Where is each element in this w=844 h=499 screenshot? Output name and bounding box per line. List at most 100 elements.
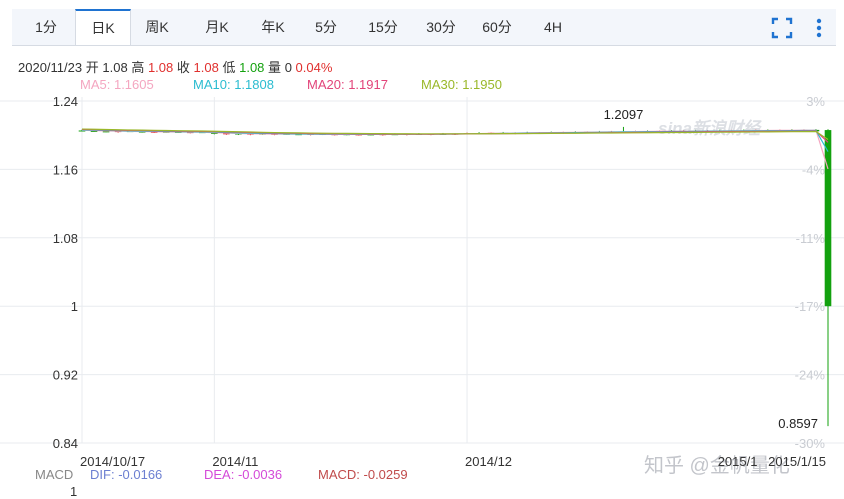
candle-body xyxy=(235,133,242,135)
tab-8[interactable]: 60分 xyxy=(469,9,525,46)
macd-value-label: MACD: xyxy=(318,467,360,482)
candle-body xyxy=(150,131,158,133)
candle-body xyxy=(499,132,507,134)
candle-body xyxy=(331,134,338,136)
period-tab-bar: 1分 日K 周K 月K 年K 5分 15分 30分 60分 4H xyxy=(12,9,836,46)
macd-dea-legend: DEA: -0.0036 xyxy=(204,467,282,482)
candle-body xyxy=(788,130,796,132)
info-open-value: 1.08 xyxy=(102,60,128,75)
macd-title: MACD xyxy=(35,467,74,482)
candle-body xyxy=(415,134,423,136)
info-high-label: 高 xyxy=(131,60,145,75)
candle-body xyxy=(138,131,146,133)
info-high-value: 1.08 xyxy=(147,60,174,75)
macd-value-legend: MACD: -0.0259 xyxy=(318,467,408,482)
candle-body xyxy=(223,133,230,135)
info-volume-label: 量 xyxy=(268,60,282,75)
candle-body xyxy=(174,131,182,133)
sina-watermark-logo: sina新浪财经 xyxy=(658,119,762,138)
candle-body xyxy=(199,132,206,134)
candle-body xyxy=(680,130,687,132)
ohlc-info-line: 2020/11/23 开 1.08 高 1.08 收 1.08 低 1.08 量… xyxy=(18,57,332,76)
candle-body xyxy=(90,130,98,132)
candle-body xyxy=(764,130,772,132)
candle-body xyxy=(247,133,254,135)
macd-axis-top-label: 1 xyxy=(70,484,78,499)
info-close-label: 收 xyxy=(176,60,190,75)
candle-body xyxy=(644,131,651,133)
candle-body xyxy=(487,132,495,134)
ma20-label: MA20: xyxy=(307,77,345,92)
ma-line-ma5 xyxy=(81,129,829,170)
candle-body xyxy=(632,131,639,133)
candle-body xyxy=(439,133,447,135)
tab-6[interactable]: 15分 xyxy=(356,9,410,46)
y-tick-label: 1.08 xyxy=(53,231,78,246)
macd-legend: MACD xyxy=(35,467,73,482)
tab-7[interactable]: 30分 xyxy=(414,9,468,46)
fullscreen-icon[interactable] xyxy=(771,17,793,39)
ma10-label: MA10: xyxy=(193,77,231,92)
info-volume-value: 0 xyxy=(284,60,292,75)
y-tick-label: 0.84 xyxy=(53,436,78,451)
ma30-label: MA30: xyxy=(421,77,459,92)
candle-body xyxy=(716,130,724,132)
tab-4[interactable]: 年K xyxy=(248,9,298,46)
candle-body xyxy=(211,132,218,134)
tab-9[interactable]: 4H xyxy=(531,9,575,46)
y-tick-label: 0.92 xyxy=(53,368,78,383)
candle-body xyxy=(656,130,663,132)
pct-tick-label: -4% xyxy=(802,162,826,177)
candle-body xyxy=(271,133,278,135)
ma-line-ma30 xyxy=(81,128,829,140)
y-tick-label: 1 xyxy=(71,299,78,314)
vertical-dots-icon[interactable] xyxy=(808,17,830,39)
tab-1[interactable]: 日K xyxy=(75,9,131,45)
macd-dif-legend: DIF: -0.0166 xyxy=(90,467,162,482)
candle-body xyxy=(608,131,615,133)
y-tick-label: 1.16 xyxy=(53,162,78,177)
candle-body xyxy=(824,130,832,307)
x-tick-label: 2014/12 xyxy=(465,454,512,469)
candle-body xyxy=(547,132,555,134)
candle-body xyxy=(620,131,627,133)
info-low-value: 1.08 xyxy=(239,60,265,75)
candle-body xyxy=(728,130,736,132)
tab-0[interactable]: 1分 xyxy=(20,9,72,46)
ma-line-ma20 xyxy=(81,128,829,143)
candle-body xyxy=(752,130,760,132)
candle-body xyxy=(355,134,363,136)
macd-dif-value: -0.0166 xyxy=(118,467,163,482)
candle-body xyxy=(704,130,711,132)
info-change-value: 0.04% xyxy=(295,60,333,75)
tab-5[interactable]: 5分 xyxy=(304,9,348,46)
ma10-legend: MA10: 1.1808 xyxy=(193,77,274,92)
candle-body xyxy=(283,133,290,135)
ma30-value: 1.1950 xyxy=(462,77,502,92)
candle-body xyxy=(319,134,326,136)
candle-body xyxy=(511,132,519,134)
macd-dea-value: -0.0036 xyxy=(237,467,283,482)
macd-dea-label: DEA: xyxy=(204,467,235,482)
ma-line-ma10 xyxy=(81,129,829,152)
candle-body xyxy=(800,129,808,131)
tab-2[interactable]: 周K xyxy=(132,9,182,46)
x-tick-label: 2015/1/15 xyxy=(768,454,826,469)
ma5-label: MA5: xyxy=(80,77,111,92)
tab-3[interactable]: 月K xyxy=(192,9,242,46)
candle-body xyxy=(776,130,784,132)
price-annotation: 0.8597 xyxy=(778,416,818,431)
candle-body xyxy=(584,131,591,133)
candle-body xyxy=(740,130,748,132)
pct-tick-label: -30% xyxy=(795,436,826,451)
info-close-value: 1.08 xyxy=(193,60,219,75)
x-tick-label: 2015/1 xyxy=(718,454,758,469)
candle-body xyxy=(427,133,435,135)
ma30-legend: MA30: 1.1950 xyxy=(421,77,502,92)
info-date: 2020/11/23 xyxy=(18,60,83,75)
zhihu-credit-watermark: 知乎 @金帆量化 xyxy=(644,454,790,477)
candle-body xyxy=(162,131,170,133)
candle-body xyxy=(668,130,675,132)
candle-body xyxy=(559,132,567,134)
candle-body xyxy=(596,131,603,133)
